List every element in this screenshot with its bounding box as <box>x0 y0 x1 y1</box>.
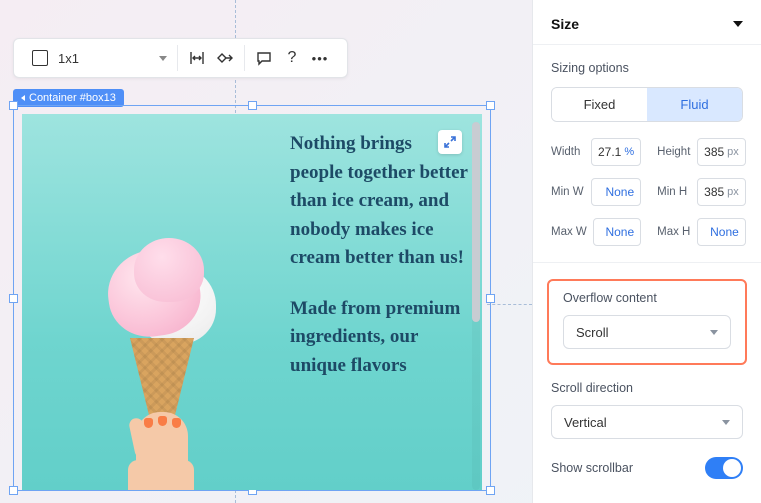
show-scrollbar-label: Show scrollbar <box>551 461 633 475</box>
chevron-down-icon <box>159 56 167 61</box>
seg-fluid[interactable]: Fluid <box>647 88 742 121</box>
content-scrollbar[interactable] <box>472 122 480 490</box>
more-icon[interactable]: ••• <box>311 49 329 67</box>
dimension-grid: Width 27.1 % Height 385 px Min W <box>551 138 743 246</box>
overflow-value: Scroll <box>576 325 609 340</box>
toggle-knob <box>723 459 741 477</box>
resize-handle-tm[interactable] <box>248 101 257 110</box>
resize-handle-ml[interactable] <box>9 294 18 303</box>
inspector-panel: Size Sizing options Fixed Fluid Width 27… <box>532 0 761 503</box>
canvas-area[interactable]: 1x1 ? ••• <box>0 0 532 503</box>
animation-icon[interactable] <box>216 49 234 67</box>
resize-handle-mr[interactable] <box>486 294 495 303</box>
comment-icon[interactable] <box>255 49 273 67</box>
minh-label: Min H <box>657 186 691 198</box>
overflow-section: Overflow content Scroll <box>533 263 761 375</box>
show-scrollbar-toggle[interactable] <box>705 457 743 479</box>
height-field: Height 385 px <box>657 138 746 166</box>
expand-button[interactable] <box>438 130 462 154</box>
width-field: Width 27.1 % <box>551 138 641 166</box>
scroll-direction-section: Scroll direction Vertical <box>533 375 761 449</box>
minw-field: Min W None <box>551 178 641 206</box>
floating-toolbar: 1x1 ? ••• <box>13 38 348 78</box>
height-value: 385 <box>704 145 724 159</box>
chevron-left-icon <box>21 95 25 101</box>
maxh-field: Max H None <box>657 218 746 246</box>
resize-handle-tr[interactable] <box>486 101 495 110</box>
scroll-dir-value: Vertical <box>564 415 607 430</box>
paragraph-2: Made from premium ingredients, our uniqu… <box>290 295 468 381</box>
section-title: Size <box>551 16 579 32</box>
minh-value: 385 <box>704 185 724 199</box>
help-icon[interactable]: ? <box>283 49 301 67</box>
maxh-label: Max H <box>657 226 691 238</box>
show-scrollbar-row: Show scrollbar <box>533 449 761 479</box>
height-input[interactable]: 385 px <box>697 138 746 166</box>
maxw-value: None <box>600 225 634 239</box>
minw-input[interactable]: None <box>591 178 641 206</box>
tag-label: Container #box13 <box>29 92 116 104</box>
maxw-label: Max W <box>551 226 587 238</box>
resize-handle-tl[interactable] <box>9 101 18 110</box>
selection-frame[interactable]: Nothing brings people together better th… <box>13 105 491 491</box>
maxh-value: None <box>704 225 739 239</box>
minh-input[interactable]: 385 px <box>697 178 746 206</box>
minh-field: Min H 385 px <box>657 178 746 206</box>
maxw-field: Max W None <box>551 218 641 246</box>
height-unit[interactable]: px <box>727 146 739 158</box>
overflow-dropdown[interactable]: Scroll <box>563 315 731 349</box>
scrollbar-thumb[interactable] <box>472 122 480 322</box>
chevron-down-icon <box>710 330 718 335</box>
layout-selector[interactable]: 1x1 <box>22 50 177 66</box>
chevron-down-icon <box>722 420 730 425</box>
app-root: 1x1 ? ••• <box>0 0 761 503</box>
height-label: Height <box>657 146 691 158</box>
container-content[interactable]: Nothing brings people together better th… <box>22 114 482 490</box>
width-value: 27.1 <box>598 145 621 159</box>
maxh-input[interactable]: None <box>697 218 746 246</box>
seg-fixed[interactable]: Fixed <box>552 88 647 121</box>
square-icon <box>32 50 48 66</box>
size-section-header[interactable]: Size <box>551 16 743 32</box>
scroll-dir-label: Scroll direction <box>551 381 743 395</box>
maxw-input[interactable]: None <box>593 218 641 246</box>
width-unit[interactable]: % <box>624 146 634 158</box>
expand-icon <box>443 135 457 149</box>
scroll-dir-dropdown[interactable]: Vertical <box>551 405 743 439</box>
sizing-section: Sizing options Fixed Fluid Width 27.1 % … <box>533 45 761 263</box>
minw-label: Min W <box>551 186 585 198</box>
sizing-options-label: Sizing options <box>551 61 743 75</box>
layout-label: 1x1 <box>58 51 79 66</box>
image-area <box>22 114 290 490</box>
width-label: Width <box>551 146 585 158</box>
overflow-callout: Overflow content Scroll <box>547 279 747 365</box>
minh-unit[interactable]: px <box>727 186 739 198</box>
width-input[interactable]: 27.1 % <box>591 138 641 166</box>
sizing-segmented-control: Fixed Fluid <box>551 87 743 122</box>
stretch-icon[interactable] <box>188 49 206 67</box>
minw-value: None <box>598 185 634 199</box>
text-area[interactable]: Nothing brings people together better th… <box>290 114 482 490</box>
ice-cream-illustration <box>96 230 216 490</box>
resize-handle-br[interactable] <box>486 486 495 495</box>
overflow-label: Overflow content <box>563 291 731 305</box>
caret-down-icon <box>733 21 743 27</box>
resize-handle-bl[interactable] <box>9 486 18 495</box>
